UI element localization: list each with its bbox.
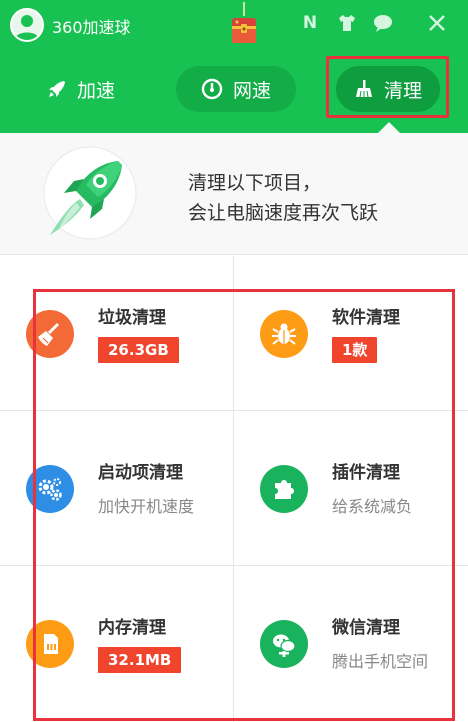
chat-icon[interactable] — [372, 12, 394, 34]
banner-line-2: 会让电脑速度再次飞跃 — [188, 202, 379, 224]
rocket-icon — [48, 81, 65, 97]
rocket-illustration-icon — [43, 146, 137, 240]
tab-network-speed[interactable]: 网速 — [176, 66, 296, 112]
shirt-icon[interactable] — [336, 12, 358, 34]
tab-label: 清理 — [383, 79, 422, 102]
banner-line-1: 清理以下项目， — [188, 172, 322, 194]
tab-bar: 加速 网速 清理 — [0, 56, 468, 118]
avatar[interactable] — [10, 8, 44, 42]
highlight-frame-grid — [33, 289, 455, 721]
close-icon[interactable] — [426, 12, 448, 34]
tab-speed-up[interactable]: 加速 — [22, 66, 140, 112]
treasure-chest-icon[interactable] — [228, 2, 260, 52]
app-title: 360加速球 — [52, 18, 131, 37]
tab-clean[interactable]: 清理 — [336, 66, 440, 112]
clean-banner: 清理以下项目， 会让电脑速度再次飞跃 — [0, 133, 468, 255]
clean-items-grid: 垃圾清理 26.3GB 软件清理 1款 启动项清理 加快开机速度 插件清理 给系… — [0, 256, 468, 722]
active-tab-pointer — [378, 122, 400, 133]
tab-label: 网速 — [232, 79, 271, 102]
title-bar: 360加速球 N — [0, 0, 468, 50]
speedometer-icon — [201, 78, 223, 100]
header: 360加速球 N 加速 网速 清理 — [0, 0, 468, 133]
broom-icon — [355, 80, 372, 98]
n-icon[interactable]: N — [299, 12, 321, 34]
tab-label: 加速 — [76, 79, 115, 102]
user-icon — [15, 15, 39, 40]
banner-text: 清理以下项目， 会让电脑速度再次飞跃 — [188, 168, 378, 228]
